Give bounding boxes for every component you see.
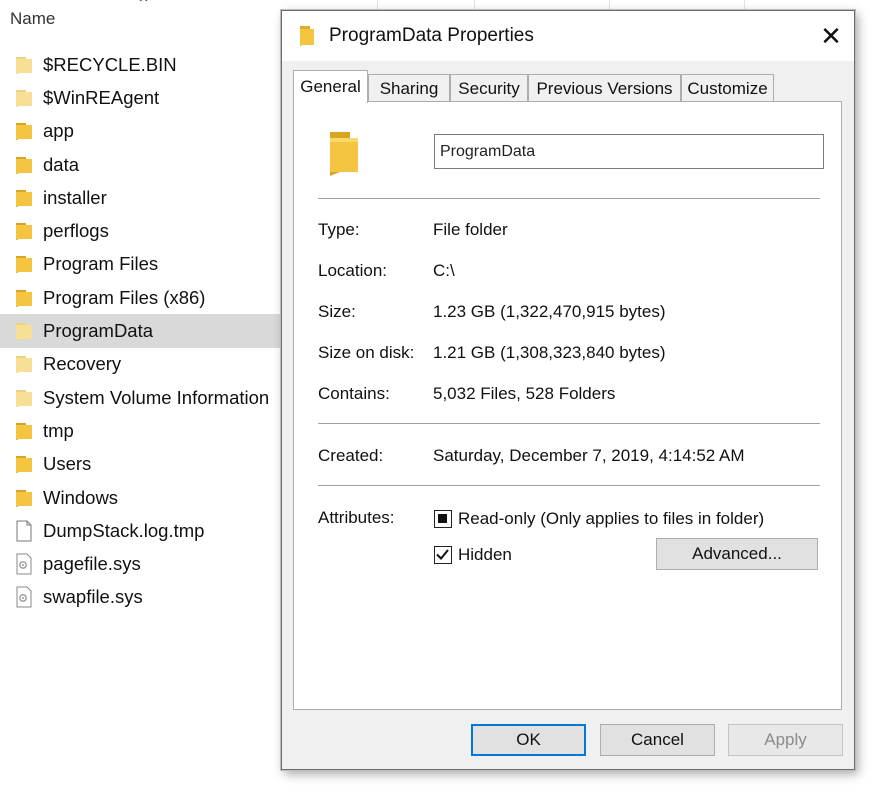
tab-previous-versions[interactable]: Previous Versions [528,74,681,102]
list-item[interactable]: installer [0,181,300,214]
tab-general[interactable]: General [293,70,368,103]
dialog-title-bar[interactable]: ProgramData Properties ✕ [282,11,854,61]
tab-customize[interactable]: Customize [681,74,774,102]
tab-sharing[interactable]: Sharing [368,74,450,102]
list-item[interactable]: Program Files [0,248,300,281]
file-list: $RECYCLE.BIN $WinREAgent app data instal… [0,48,300,614]
name-column-header[interactable]: Name [10,9,55,29]
folder-icon [14,454,34,474]
tab-security[interactable]: Security [450,74,528,102]
list-item[interactable]: $WinREAgent [0,81,300,114]
file-name: installer [43,186,107,208]
size-label: Size: [318,302,356,321]
file-name: data [43,153,80,175]
hidden-checkbox[interactable] [434,546,452,564]
list-item-selected[interactable]: ProgramData [0,314,300,348]
attributes-label: Attributes: [318,508,395,527]
list-item[interactable]: data [0,148,300,181]
size-on-disk-value: 1.21 GB (1,308,323,840 bytes) [433,343,666,362]
properties-dialog: ProgramData Properties ✕ General Sharing… [281,10,855,770]
folder-icon [14,88,34,108]
file-name: Windows [43,486,119,508]
list-item[interactable]: Program Files (x86) [0,281,300,314]
close-button[interactable]: ✕ [808,11,854,61]
close-icon: ✕ [820,20,842,51]
system-file-icon [14,553,34,575]
folder-icon [14,155,34,175]
cancel-button[interactable]: Cancel [600,724,715,756]
list-item[interactable]: Recovery [0,348,300,381]
file-name: ProgramData [43,320,154,342]
file-name: Recovery [43,353,122,375]
file-name: Program Files [43,253,159,275]
folder-icon [14,288,34,308]
list-item[interactable]: $RECYCLE.BIN [0,48,300,81]
folder-icon [14,488,34,508]
list-item[interactable]: Windows [0,481,300,514]
file-name: Users [43,453,92,475]
folder-icon [14,188,34,208]
readonly-label[interactable]: Read-only (Only applies to files in fold… [458,509,764,529]
file-name: perflogs [43,220,109,242]
file-name: app [43,120,74,142]
advanced-button[interactable]: Advanced... [656,538,818,570]
readonly-checkbox[interactable] [434,510,452,528]
list-item[interactable]: DumpStack.log.tmp [0,514,300,547]
folder-icon [14,254,34,274]
folder-icon [14,421,34,441]
separator [318,423,820,425]
file-name: tmp [43,419,74,441]
system-file-icon [14,586,34,608]
file-name: $WinREAgent [43,86,160,108]
size-value: 1.23 GB (1,322,470,915 bytes) [433,302,666,321]
folder-icon [14,221,34,241]
location-label: Location: [318,261,387,280]
file-name: System Volume Information [43,386,270,408]
list-item[interactable]: Users [0,448,300,481]
file-name: pagefile.sys [43,553,141,575]
file-name: swapfile.sys [43,586,143,608]
folder-icon [326,130,362,178]
file-name: Program Files (x86) [43,286,206,308]
separator [318,198,820,200]
folder-icon [14,121,34,141]
apply-button[interactable]: Apply [728,724,843,756]
list-item[interactable]: perflogs [0,214,300,247]
general-tab-panel: Type: File folder Location: C:\ Size: 1.… [293,101,842,710]
folder-icon [14,354,34,374]
size-on-disk-label: Size on disk: [318,343,415,362]
file-name: DumpStack.log.tmp [43,519,205,541]
list-item[interactable]: app [0,115,300,148]
ok-button[interactable]: OK [471,724,586,756]
contains-value: 5,032 Files, 528 Folders [433,384,616,403]
folder-icon [298,25,316,47]
created-value: Saturday, December 7, 2019, 4:14:52 AM [433,446,745,465]
location-value: C:\ [433,261,455,280]
type-value: File folder [433,220,508,239]
type-label: Type: [318,220,360,239]
folder-icon [14,55,34,75]
list-item[interactable]: System Volume Information [0,381,300,414]
folder-icon [14,321,34,341]
sort-ascending-icon: ⌃ [136,0,152,14]
separator [318,485,820,487]
contains-label: Contains: [318,384,390,403]
checkmark-icon [436,549,449,560]
folder-name-input[interactable] [434,134,824,169]
hidden-label[interactable]: Hidden [458,545,512,565]
list-item[interactable]: pagefile.sys [0,547,300,580]
folder-icon [14,388,34,408]
document-icon [14,520,34,542]
dialog-title: ProgramData Properties [329,25,534,46]
list-item[interactable]: tmp [0,414,300,447]
indeterminate-mark [438,514,447,523]
file-name: $RECYCLE.BIN [43,53,177,75]
created-label: Created: [318,446,384,465]
list-item[interactable]: swapfile.sys [0,581,300,614]
